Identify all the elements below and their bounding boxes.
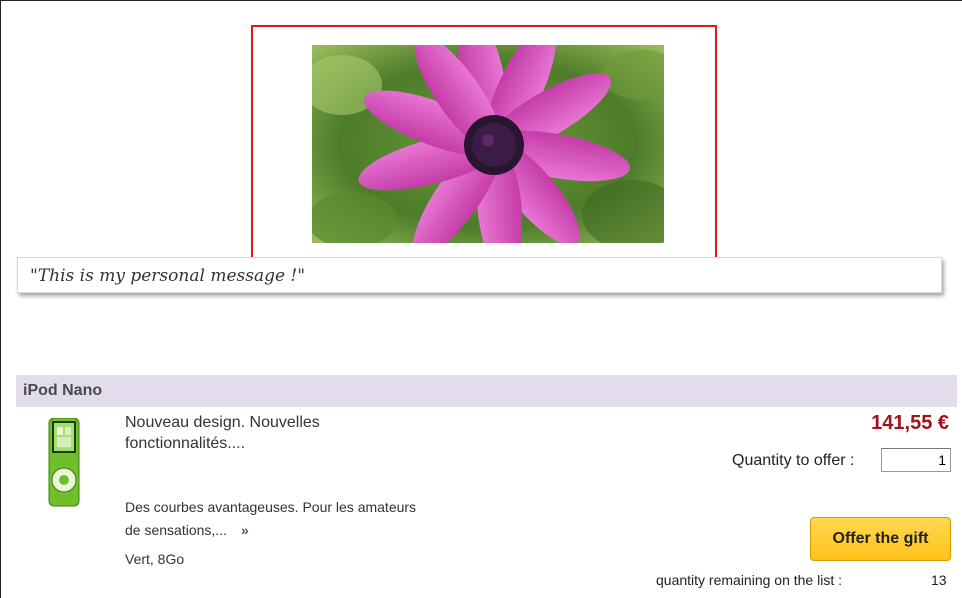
product-header: iPod Nano xyxy=(16,375,957,407)
gift-photo-frame xyxy=(251,25,717,260)
product-long-description-block: Des courbes avantageuses. Pour les amate… xyxy=(125,496,425,542)
product-long-description: Des courbes avantageuses. Pour les amate… xyxy=(125,499,417,538)
product-price: 141,55 € xyxy=(871,412,949,434)
double-chevron-right-icon[interactable]: » xyxy=(241,522,249,538)
quantity-label: Quantity to offer : xyxy=(732,452,855,469)
offer-gift-button[interactable]: Offer the gift xyxy=(810,517,951,561)
remaining-quantity-value: 13 xyxy=(931,572,947,588)
flower-photo xyxy=(312,45,664,243)
product-thumbnail[interactable] xyxy=(48,418,80,508)
product-variant: Vert, 8Go xyxy=(125,551,185,567)
product-name: iPod Nano xyxy=(23,382,103,399)
personal-message: "This is my personal message !" xyxy=(30,266,306,286)
personal-message-box: "This is my personal message !" xyxy=(17,257,942,293)
remaining-quantity-label: quantity remaining on the list : xyxy=(656,572,842,588)
quantity-input[interactable] xyxy=(881,448,951,472)
product-short-description: Nouveau design. Nouvelles fonctionnalité… xyxy=(125,414,320,452)
